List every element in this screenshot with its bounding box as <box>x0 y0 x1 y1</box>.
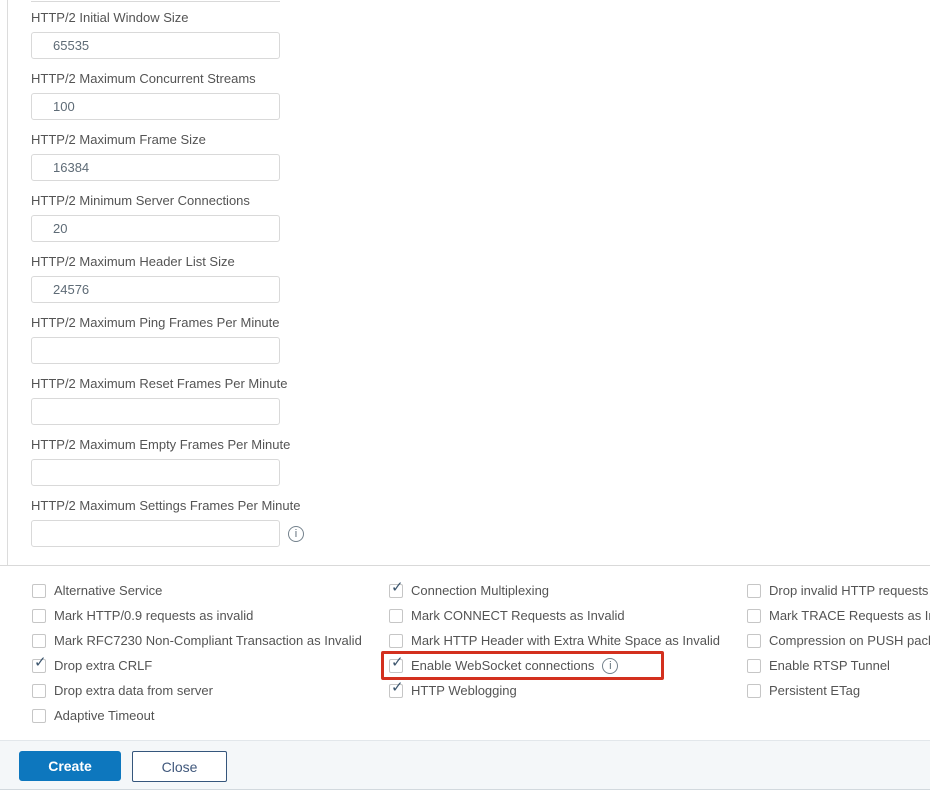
field-http2-max-frame-size: HTTP/2 Maximum Frame Size <box>31 132 304 181</box>
checkbox[interactable] <box>747 634 761 648</box>
checkbox-label: Drop extra data from server <box>54 683 213 698</box>
checkbox-label: Alternative Service <box>54 583 162 598</box>
field-http2-max-header-list-size: HTTP/2 Maximum Header List Size <box>31 254 304 303</box>
check-icon: ✓ <box>34 655 47 671</box>
checkbox-label: Drop invalid HTTP requests <box>769 583 928 598</box>
http2-max-empty-frames-input[interactable] <box>31 459 280 486</box>
checkbox-checked[interactable]: ✓ <box>389 584 403 598</box>
checkbox[interactable] <box>32 684 46 698</box>
field-label: HTTP/2 Maximum Settings Frames Per Minut… <box>31 498 304 513</box>
field-http2-max-concurrent-streams: HTTP/2 Maximum Concurrent Streams <box>31 71 304 120</box>
http2-max-settings-frames-input[interactable] <box>31 520 280 547</box>
checkbox-row-mark-http09-invalid[interactable]: Mark HTTP/0.9 requests as invalid <box>32 603 362 628</box>
checkbox[interactable] <box>32 634 46 648</box>
info-icon[interactable]: i <box>288 526 304 542</box>
checkbox-row-adaptive-timeout[interactable]: Adaptive Timeout <box>32 703 362 728</box>
checkbox[interactable] <box>389 609 403 623</box>
checkbox[interactable] <box>389 634 403 648</box>
checkbox-label: Enable WebSocket connections <box>411 658 594 673</box>
http2-fields-group: HTTP/2 Initial Window Size HTTP/2 Maximu… <box>31 10 304 559</box>
checkbox-row-mark-extra-whitespace-invalid[interactable]: Mark HTTP Header with Extra White Space … <box>389 628 720 653</box>
field-label: HTTP/2 Maximum Ping Frames Per Minute <box>31 315 304 330</box>
field-http2-max-ping-frames: HTTP/2 Maximum Ping Frames Per Minute <box>31 315 304 364</box>
checkbox-row-mark-connect-invalid[interactable]: Mark CONNECT Requests as Invalid <box>389 603 720 628</box>
field-label: HTTP/2 Minimum Server Connections <box>31 193 304 208</box>
checkbox-label: Mark HTTP Header with Extra White Space … <box>411 633 720 648</box>
http2-max-frame-size-input[interactable] <box>31 154 280 181</box>
create-button[interactable]: Create <box>19 751 121 781</box>
info-icon[interactable]: i <box>602 658 618 674</box>
field-http2-max-empty-frames: HTTP/2 Maximum Empty Frames Per Minute <box>31 437 304 486</box>
checkbox-row-mark-trace-invalid[interactable]: Mark TRACE Requests as Invalid <box>747 603 930 628</box>
checkbox-label: Compression on PUSH packets <box>769 633 930 648</box>
check-icon: ✓ <box>391 580 404 596</box>
checkbox-row-mark-rfc7230-invalid[interactable]: Mark RFC7230 Non-Compliant Transaction a… <box>32 628 362 653</box>
field-label: HTTP/2 Initial Window Size <box>31 10 304 25</box>
http2-max-concurrent-streams-input[interactable] <box>31 93 280 120</box>
checkbox[interactable] <box>32 584 46 598</box>
checkbox[interactable] <box>32 709 46 723</box>
checkbox-row-http-weblogging[interactable]: ✓ HTTP Weblogging <box>389 678 720 703</box>
checkbox-label: Enable RTSP Tunnel <box>769 658 890 673</box>
checkbox-row-drop-extra-data[interactable]: Drop extra data from server <box>32 678 362 703</box>
field-label: HTTP/2 Maximum Reset Frames Per Minute <box>31 376 304 391</box>
previous-input-cutoff <box>31 0 280 2</box>
http2-max-header-list-size-input[interactable] <box>31 276 280 303</box>
http2-max-ping-frames-input[interactable] <box>31 337 280 364</box>
field-http2-max-settings-frames: HTTP/2 Maximum Settings Frames Per Minut… <box>31 498 304 547</box>
checkbox[interactable] <box>747 584 761 598</box>
checkbox-label: Drop extra CRLF <box>54 658 152 673</box>
checkbox[interactable] <box>747 684 761 698</box>
options-checkbox-section: Alternative Service Mark HTTP/0.9 reques… <box>0 565 930 740</box>
checkbox-label: Persistent ETag <box>769 683 860 698</box>
field-http2-min-server-connections: HTTP/2 Minimum Server Connections <box>31 193 304 242</box>
field-label: HTTP/2 Maximum Header List Size <box>31 254 304 269</box>
checkbox-label: Connection Multiplexing <box>411 583 549 598</box>
field-label: HTTP/2 Maximum Concurrent Streams <box>31 71 304 86</box>
checkbox[interactable] <box>32 609 46 623</box>
check-icon: ✓ <box>391 655 404 671</box>
checkbox-checked[interactable]: ✓ <box>389 659 403 673</box>
action-footer: Create Close <box>0 740 930 790</box>
checkbox-column-2: ✓ Connection Multiplexing Mark CONNECT R… <box>389 578 720 703</box>
checkbox-row-drop-extra-crlf[interactable]: ✓ Drop extra CRLF <box>32 653 362 678</box>
checkbox-row-compression-push[interactable]: Compression on PUSH packets <box>747 628 930 653</box>
field-label: HTTP/2 Maximum Empty Frames Per Minute <box>31 437 304 452</box>
checkbox[interactable] <box>747 609 761 623</box>
check-icon: ✓ <box>391 680 404 696</box>
field-label: HTTP/2 Maximum Frame Size <box>31 132 304 147</box>
checkbox-row-enable-rtsp-tunnel[interactable]: Enable RTSP Tunnel <box>747 653 930 678</box>
checkbox-row-drop-invalid-http[interactable]: Drop invalid HTTP requests <box>747 578 930 603</box>
field-http2-max-reset-frames: HTTP/2 Maximum Reset Frames Per Minute <box>31 376 304 425</box>
field-http2-initial-window-size: HTTP/2 Initial Window Size <box>31 10 304 59</box>
checkbox-column-1: Alternative Service Mark HTTP/0.9 reques… <box>32 578 362 728</box>
close-button[interactable]: Close <box>132 751 227 782</box>
checkbox-row-enable-websocket[interactable]: ✓ Enable WebSocket connections i <box>389 653 720 678</box>
http2-initial-window-size-input[interactable] <box>31 32 280 59</box>
checkbox-checked[interactable]: ✓ <box>32 659 46 673</box>
checkbox-label: Mark HTTP/0.9 requests as invalid <box>54 608 253 623</box>
checkbox-label: HTTP Weblogging <box>411 683 517 698</box>
checkbox-label: Mark TRACE Requests as Invalid <box>769 608 930 623</box>
checkbox-row-persistent-etag[interactable]: Persistent ETag <box>747 678 930 703</box>
http2-min-server-connections-input[interactable] <box>31 215 280 242</box>
checkbox-row-connection-multiplexing[interactable]: ✓ Connection Multiplexing <box>389 578 720 603</box>
http-profile-form-page: HTTP/2 Initial Window Size HTTP/2 Maximu… <box>0 0 930 801</box>
checkbox-label: Adaptive Timeout <box>54 708 154 723</box>
checkbox-row-alternative-service[interactable]: Alternative Service <box>32 578 362 603</box>
checkbox-checked[interactable]: ✓ <box>389 684 403 698</box>
http2-max-reset-frames-input[interactable] <box>31 398 280 425</box>
checkbox-label: Mark RFC7230 Non-Compliant Transaction a… <box>54 633 362 648</box>
checkbox[interactable] <box>747 659 761 673</box>
checkbox-column-3: Drop invalid HTTP requests Mark TRACE Re… <box>747 578 930 703</box>
checkbox-label: Mark CONNECT Requests as Invalid <box>411 608 625 623</box>
